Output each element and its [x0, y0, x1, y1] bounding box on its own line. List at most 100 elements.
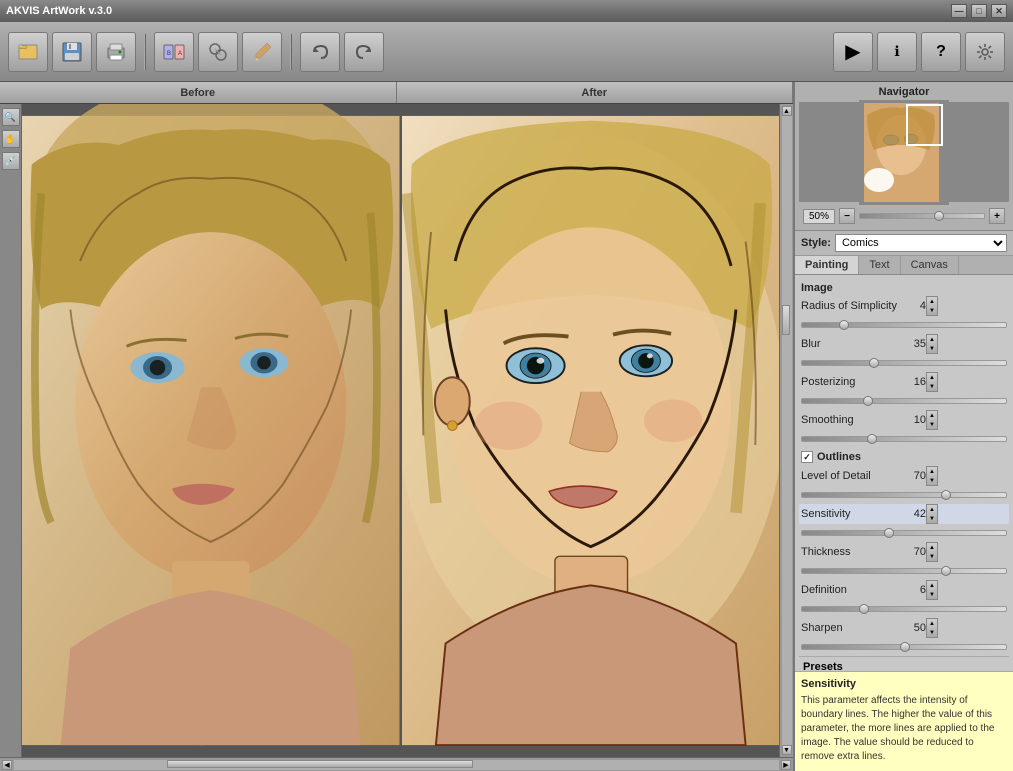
tab-canvas[interactable]: Canvas [901, 256, 959, 274]
tabs: Painting Text Canvas [795, 256, 1013, 275]
thumb-radius[interactable] [839, 320, 849, 330]
param-stepper-thickness[interactable]: ▲ ▼ [926, 542, 938, 562]
stepper-down-sharpen[interactable]: ▼ [927, 628, 937, 637]
zoom-control: 50% − + [799, 206, 1009, 226]
param-stepper-radius[interactable]: ▲ ▼ [926, 296, 938, 316]
maximize-button[interactable]: □ [971, 4, 987, 18]
param-label-posterizing: Posterizing [801, 376, 901, 388]
slider-lod[interactable] [801, 492, 1007, 498]
param-stepper-definition[interactable]: ▲ ▼ [926, 580, 938, 600]
stepper-down-sensitivity[interactable]: ▼ [927, 514, 937, 523]
open-file-button[interactable] [8, 32, 48, 72]
stepper-down-radius[interactable]: ▼ [927, 306, 937, 315]
slider-thickness[interactable] [801, 568, 1007, 574]
left-tools: 🔍 ✋ 💉 [0, 104, 22, 757]
before-label: Before [0, 82, 397, 103]
save-button[interactable] [52, 32, 92, 72]
stepper-down-smoothing[interactable]: ▼ [927, 420, 937, 429]
outlines-checkbox[interactable]: ✓ [801, 451, 813, 463]
slider-sharpen[interactable] [801, 644, 1007, 650]
thumb-smoothing[interactable] [867, 434, 877, 444]
param-stepper-smoothing[interactable]: ▲ ▼ [926, 410, 938, 430]
slider-row-blur [799, 360, 1009, 372]
thumb-blur[interactable] [869, 358, 879, 368]
outlines-label: Outlines [817, 451, 861, 463]
hand-tool[interactable]: ✋ [2, 130, 20, 148]
eyedropper-tool[interactable]: 💉 [2, 152, 20, 170]
stepper-up-thickness[interactable]: ▲ [927, 543, 937, 552]
stepper-up-radius[interactable]: ▲ [927, 297, 937, 306]
param-stepper-blur[interactable]: ▲ ▼ [926, 334, 938, 354]
slider-blur[interactable] [801, 360, 1007, 366]
thumb-posterizing[interactable] [863, 396, 873, 406]
zoom-slider[interactable] [859, 213, 985, 219]
slider-radius[interactable] [801, 322, 1007, 328]
info-box: Sensitivity This parameter affects the i… [795, 671, 1013, 771]
stepper-up-sensitivity[interactable]: ▲ [927, 505, 937, 514]
zoom-decrease-button[interactable]: − [839, 208, 855, 224]
undo-button[interactable] [300, 32, 340, 72]
slider-row-radius [799, 322, 1009, 334]
redo-button[interactable] [344, 32, 384, 72]
param-label-thickness: Thickness [801, 546, 901, 558]
thumb-thickness[interactable] [941, 566, 951, 576]
info-button[interactable]: ℹ [877, 32, 917, 72]
thumb-sensitivity[interactable] [884, 528, 894, 538]
horizontal-scrollbar[interactable]: ◀ ▶ [0, 757, 793, 771]
thumb-sharpen[interactable] [900, 642, 910, 652]
stepper-up-lod[interactable]: ▲ [927, 467, 937, 476]
param-label-lod: Level of Detail [801, 470, 901, 482]
stepper-up-posterizing[interactable]: ▲ [927, 373, 937, 382]
thumb-lod[interactable] [941, 490, 951, 500]
slider-posterizing[interactable] [801, 398, 1007, 404]
slider-row-sharpen [799, 644, 1009, 656]
canvas-header: Before After [0, 82, 793, 104]
tab-painting[interactable]: Painting [795, 256, 859, 274]
param-label-sharpen: Sharpen [801, 622, 901, 634]
stepper-up-smoothing[interactable]: ▲ [927, 411, 937, 420]
navigator-section: Navigator 50% − [795, 82, 1013, 231]
zoom-increase-button[interactable]: + [989, 208, 1005, 224]
image-container[interactable] [22, 104, 779, 757]
stepper-down-posterizing[interactable]: ▼ [927, 382, 937, 391]
close-button[interactable]: ✕ [991, 4, 1007, 18]
param-stepper-lod[interactable]: ▲ ▼ [926, 466, 938, 486]
vertical-scrollbar[interactable]: ▲ ▼ [779, 104, 793, 757]
zoom-in-tool[interactable]: 🔍 [2, 108, 20, 126]
stepper-up-sharpen[interactable]: ▲ [927, 619, 937, 628]
tab-text[interactable]: Text [859, 256, 900, 274]
run-button[interactable]: ▶ [833, 32, 873, 72]
stepper-down-blur[interactable]: ▼ [927, 344, 937, 353]
split-image-view [22, 104, 779, 757]
stepper-down-lod[interactable]: ▼ [927, 476, 937, 485]
clone-tool-button[interactable] [198, 32, 238, 72]
slider-sensitivity[interactable] [801, 530, 1007, 536]
style-select[interactable]: Comics Watercolor Oil Paint Pencil Sketc… [835, 234, 1007, 252]
settings-button[interactable] [965, 32, 1005, 72]
param-value-blur: 35 [901, 338, 926, 350]
print-button[interactable] [96, 32, 136, 72]
param-label-radius: Radius of Simplicity [801, 300, 901, 312]
param-label-blur: Blur [801, 338, 901, 350]
zoom-slider-thumb[interactable] [934, 211, 944, 221]
before-after-button[interactable]: BA [154, 32, 194, 72]
titlebar-controls[interactable]: — □ ✕ [951, 4, 1007, 18]
param-stepper-sensitivity[interactable]: ▲ ▼ [926, 504, 938, 524]
slider-smoothing[interactable] [801, 436, 1007, 442]
slider-row-lod [799, 492, 1009, 504]
minimize-button[interactable]: — [951, 4, 967, 18]
help-button[interactable]: ? [921, 32, 961, 72]
param-stepper-posterizing[interactable]: ▲ ▼ [926, 372, 938, 392]
slider-definition[interactable] [801, 606, 1007, 612]
stepper-down-thickness[interactable]: ▼ [927, 552, 937, 561]
stepper-up-definition[interactable]: ▲ [927, 581, 937, 590]
param-stepper-sharpen[interactable]: ▲ ▼ [926, 618, 938, 638]
param-label-sensitivity: Sensitivity [801, 508, 901, 520]
stepper-down-definition[interactable]: ▼ [927, 590, 937, 599]
brush-tool-button[interactable] [242, 32, 282, 72]
thumb-definition[interactable] [859, 604, 869, 614]
outlines-header: ✓ Outlines [799, 448, 1009, 466]
stepper-up-blur[interactable]: ▲ [927, 335, 937, 344]
param-row-thickness: Thickness 70 ▲ ▼ [799, 542, 1009, 562]
info-text: This parameter affects the intensity of … [801, 694, 1007, 764]
